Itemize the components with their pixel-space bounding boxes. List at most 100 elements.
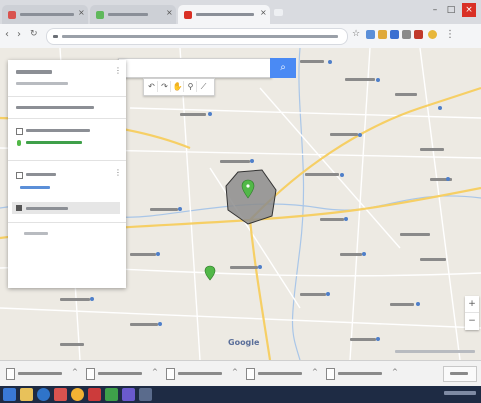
app-icon[interactable] bbox=[88, 388, 101, 401]
profile-avatar[interactable] bbox=[428, 30, 437, 39]
add-layer-style-link[interactable] bbox=[20, 186, 50, 189]
chevron-up-icon[interactable]: ^ bbox=[152, 368, 158, 376]
maximize-icon[interactable]: □ bbox=[444, 3, 458, 17]
download-filename bbox=[338, 372, 382, 375]
tab-close-icon[interactable]: × bbox=[260, 8, 267, 17]
tab-favicon bbox=[96, 11, 104, 19]
layer-item-label[interactable] bbox=[26, 141, 82, 144]
os-taskbar bbox=[0, 386, 481, 403]
browser-tab[interactable]: × bbox=[90, 5, 176, 24]
chevron-up-icon[interactable]: ^ bbox=[232, 368, 238, 376]
menu-kebab-icon[interactable]: ⋮ bbox=[445, 29, 455, 40]
extension-icon[interactable] bbox=[390, 30, 399, 39]
address-bar[interactable] bbox=[46, 28, 348, 45]
browser-toolbar: ‹ › ↻ ☆ ⋮ bbox=[0, 24, 481, 49]
tab-favicon bbox=[184, 11, 192, 19]
layer-checkbox[interactable] bbox=[16, 128, 23, 135]
download-filename bbox=[258, 372, 302, 375]
tab-close-icon[interactable]: × bbox=[78, 8, 85, 17]
layer-item-label bbox=[26, 207, 68, 210]
download-filename bbox=[18, 372, 62, 375]
download-item[interactable]: ^ bbox=[6, 367, 80, 381]
chrome-icon[interactable] bbox=[71, 388, 84, 401]
draw-line-icon[interactable]: ⟋ bbox=[198, 81, 209, 92]
select-hand-icon[interactable]: ✋ bbox=[172, 81, 184, 92]
browser-icon[interactable] bbox=[37, 388, 50, 401]
extension-icon[interactable] bbox=[414, 30, 423, 39]
file-icon bbox=[246, 368, 255, 380]
download-item[interactable]: ^ bbox=[166, 367, 240, 381]
download-filename bbox=[178, 372, 222, 375]
close-window-icon[interactable]: × bbox=[462, 3, 476, 17]
layer-name[interactable] bbox=[26, 129, 90, 132]
bookmark-star-icon[interactable]: ☆ bbox=[352, 29, 360, 39]
zoom-control: + − bbox=[465, 296, 479, 330]
base-map-toggle[interactable] bbox=[24, 232, 48, 235]
map-drawing-toolbar: ↶ ↷ ✋ ⚲ ⟋ bbox=[143, 78, 215, 96]
undo-icon[interactable]: ↶ bbox=[146, 81, 158, 92]
map-marker-icon[interactable] bbox=[204, 265, 216, 281]
file-icon bbox=[326, 368, 335, 380]
map-options-kebab-icon[interactable]: ⋮ bbox=[114, 66, 122, 75]
panel-divider bbox=[8, 118, 126, 119]
search-button[interactable]: ⌕ bbox=[270, 58, 296, 78]
layer-name[interactable] bbox=[26, 173, 56, 176]
browser-tab[interactable]: × bbox=[2, 5, 88, 24]
redo-icon[interactable]: ↷ bbox=[159, 81, 171, 92]
url-text bbox=[62, 35, 338, 38]
extension-icon[interactable] bbox=[378, 30, 387, 39]
layer-checkbox[interactable] bbox=[16, 172, 23, 179]
start-button[interactable] bbox=[3, 388, 16, 401]
extension-icon[interactable] bbox=[402, 30, 411, 39]
reload-icon[interactable]: ↻ bbox=[30, 29, 38, 39]
download-item[interactable]: ^ bbox=[86, 367, 160, 381]
app-icon[interactable] bbox=[105, 388, 118, 401]
layers-panel: ⋮ ⋮ bbox=[8, 60, 126, 288]
file-icon bbox=[86, 368, 95, 380]
show-all-downloads-button[interactable] bbox=[443, 366, 477, 382]
map-title[interactable] bbox=[16, 70, 52, 74]
tab-favicon bbox=[8, 11, 16, 19]
forward-icon[interactable]: › bbox=[17, 29, 21, 40]
add-marker-icon[interactable]: ⚲ bbox=[185, 81, 197, 92]
selected-layer-item[interactable] bbox=[12, 202, 120, 214]
show-all-label bbox=[450, 372, 468, 375]
file-icon bbox=[166, 368, 175, 380]
download-shelf: ^ ^ ^ ^ ^ bbox=[0, 360, 481, 387]
map-search-input[interactable] bbox=[118, 58, 272, 78]
google-logo: Google bbox=[228, 338, 260, 347]
download-item[interactable]: ^ bbox=[246, 367, 320, 381]
zoom-out-icon[interactable]: − bbox=[465, 313, 479, 329]
search-icon: ⌕ bbox=[280, 62, 286, 73]
chevron-up-icon[interactable]: ^ bbox=[392, 368, 398, 376]
download-item[interactable]: ^ bbox=[326, 367, 400, 381]
map-canvas[interactable]: ⌕ ↶ ↷ ✋ ⚲ ⟋ ⋮ ⋮ + − Google bbox=[0, 48, 481, 360]
new-tab-button[interactable] bbox=[274, 9, 283, 16]
browser-tab-strip: × × × – □ × bbox=[0, 0, 481, 24]
map-description bbox=[16, 82, 68, 85]
file-explorer-icon[interactable] bbox=[20, 388, 33, 401]
system-tray-clock[interactable] bbox=[444, 391, 476, 395]
tab-title bbox=[196, 13, 254, 16]
layer-marker-icon bbox=[17, 140, 21, 146]
layer-options-kebab-icon[interactable]: ⋮ bbox=[114, 168, 122, 177]
map-attribution bbox=[395, 350, 475, 353]
chevron-up-icon[interactable]: ^ bbox=[312, 368, 318, 376]
download-filename bbox=[98, 372, 142, 375]
tab-close-icon[interactable]: × bbox=[166, 8, 173, 17]
zoom-in-icon[interactable]: + bbox=[465, 296, 479, 313]
panel-divider bbox=[8, 160, 126, 161]
panel-divider bbox=[8, 96, 126, 97]
app-icon[interactable] bbox=[139, 388, 152, 401]
browser-tab-active[interactable]: × bbox=[178, 5, 270, 24]
extension-icon[interactable] bbox=[366, 30, 375, 39]
drawn-area-polygon[interactable] bbox=[225, 169, 277, 225]
panel-actions-row[interactable] bbox=[16, 106, 94, 109]
chevron-up-icon[interactable]: ^ bbox=[72, 368, 78, 376]
app-icon[interactable] bbox=[122, 388, 135, 401]
tab-title bbox=[20, 13, 74, 16]
file-icon bbox=[6, 368, 15, 380]
minimize-icon[interactable]: – bbox=[428, 3, 442, 17]
back-icon[interactable]: ‹ bbox=[5, 29, 9, 40]
app-icon[interactable] bbox=[54, 388, 67, 401]
